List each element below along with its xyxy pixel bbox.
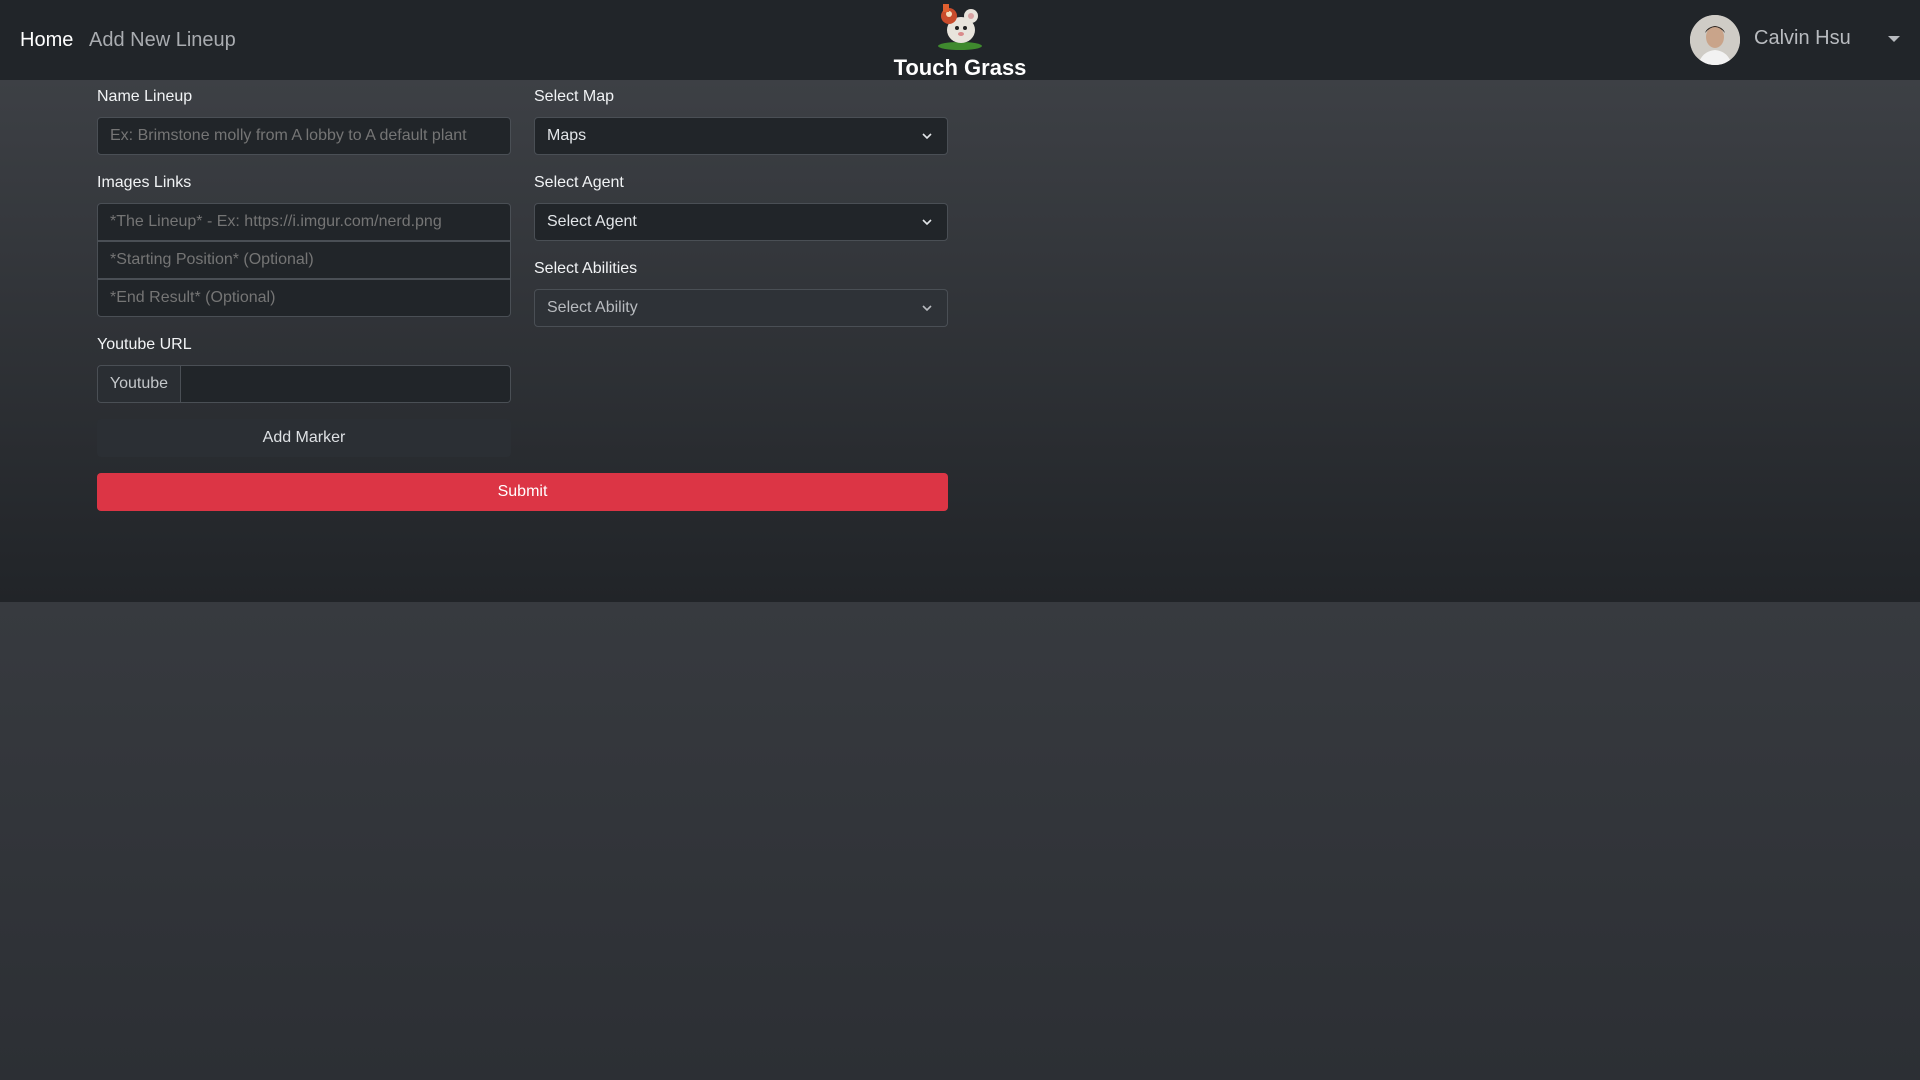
youtube-url-input[interactable] <box>180 365 511 403</box>
nav-home-link[interactable]: Home <box>20 29 73 52</box>
starting-position-image-input[interactable] <box>97 241 511 279</box>
agent-select-value: Select Agent <box>547 213 637 230</box>
submit-button[interactable]: Submit <box>97 473 948 511</box>
brand-name: Touch Grass <box>893 55 1027 80</box>
avatar-image-icon <box>1690 15 1740 65</box>
user-name: Calvin Hsu <box>1754 27 1851 49</box>
form-panel <box>0 80 1920 602</box>
youtube-addon: Youtube <box>97 365 181 403</box>
ability-select[interactable]: Select Ability <box>534 289 948 327</box>
name-lineup-label: Name Lineup <box>97 88 193 105</box>
agent-select[interactable]: Select Agent <box>534 203 948 241</box>
chevron-down-icon <box>922 219 932 226</box>
avatar <box>1690 15 1740 65</box>
map-select[interactable]: Maps <box>534 117 948 155</box>
nav-add-new-lineup-link[interactable]: Add New Lineup <box>89 29 236 52</box>
map-select-value: Maps <box>547 127 587 144</box>
lineup-image-input[interactable] <box>97 203 511 241</box>
chevron-down-icon <box>922 305 932 312</box>
navbar: Home Add New Lineup Touch Grass Calvin H… <box>0 0 1920 80</box>
end-result-image-input[interactable] <box>97 279 511 317</box>
user-menu[interactable]: Calvin Hsu <box>1690 15 1900 65</box>
caret-down-icon[interactable] <box>1888 36 1900 42</box>
images-links-label: Images Links <box>97 174 192 191</box>
select-map-label: Select Map <box>534 88 615 105</box>
youtube-input-group: Youtube <box>97 365 511 403</box>
select-agent-label: Select Agent <box>534 174 624 191</box>
add-marker-button[interactable]: Add Marker <box>97 419 511 457</box>
brand-logo-icon <box>938 4 982 50</box>
name-lineup-input[interactable] <box>97 117 511 155</box>
select-abilities-label: Select Abilities <box>534 260 638 277</box>
chevron-down-icon <box>922 133 932 140</box>
youtube-url-label: Youtube URL <box>97 336 192 353</box>
ability-select-value: Select Ability <box>547 299 638 316</box>
brand[interactable]: Touch Grass <box>880 0 1040 80</box>
